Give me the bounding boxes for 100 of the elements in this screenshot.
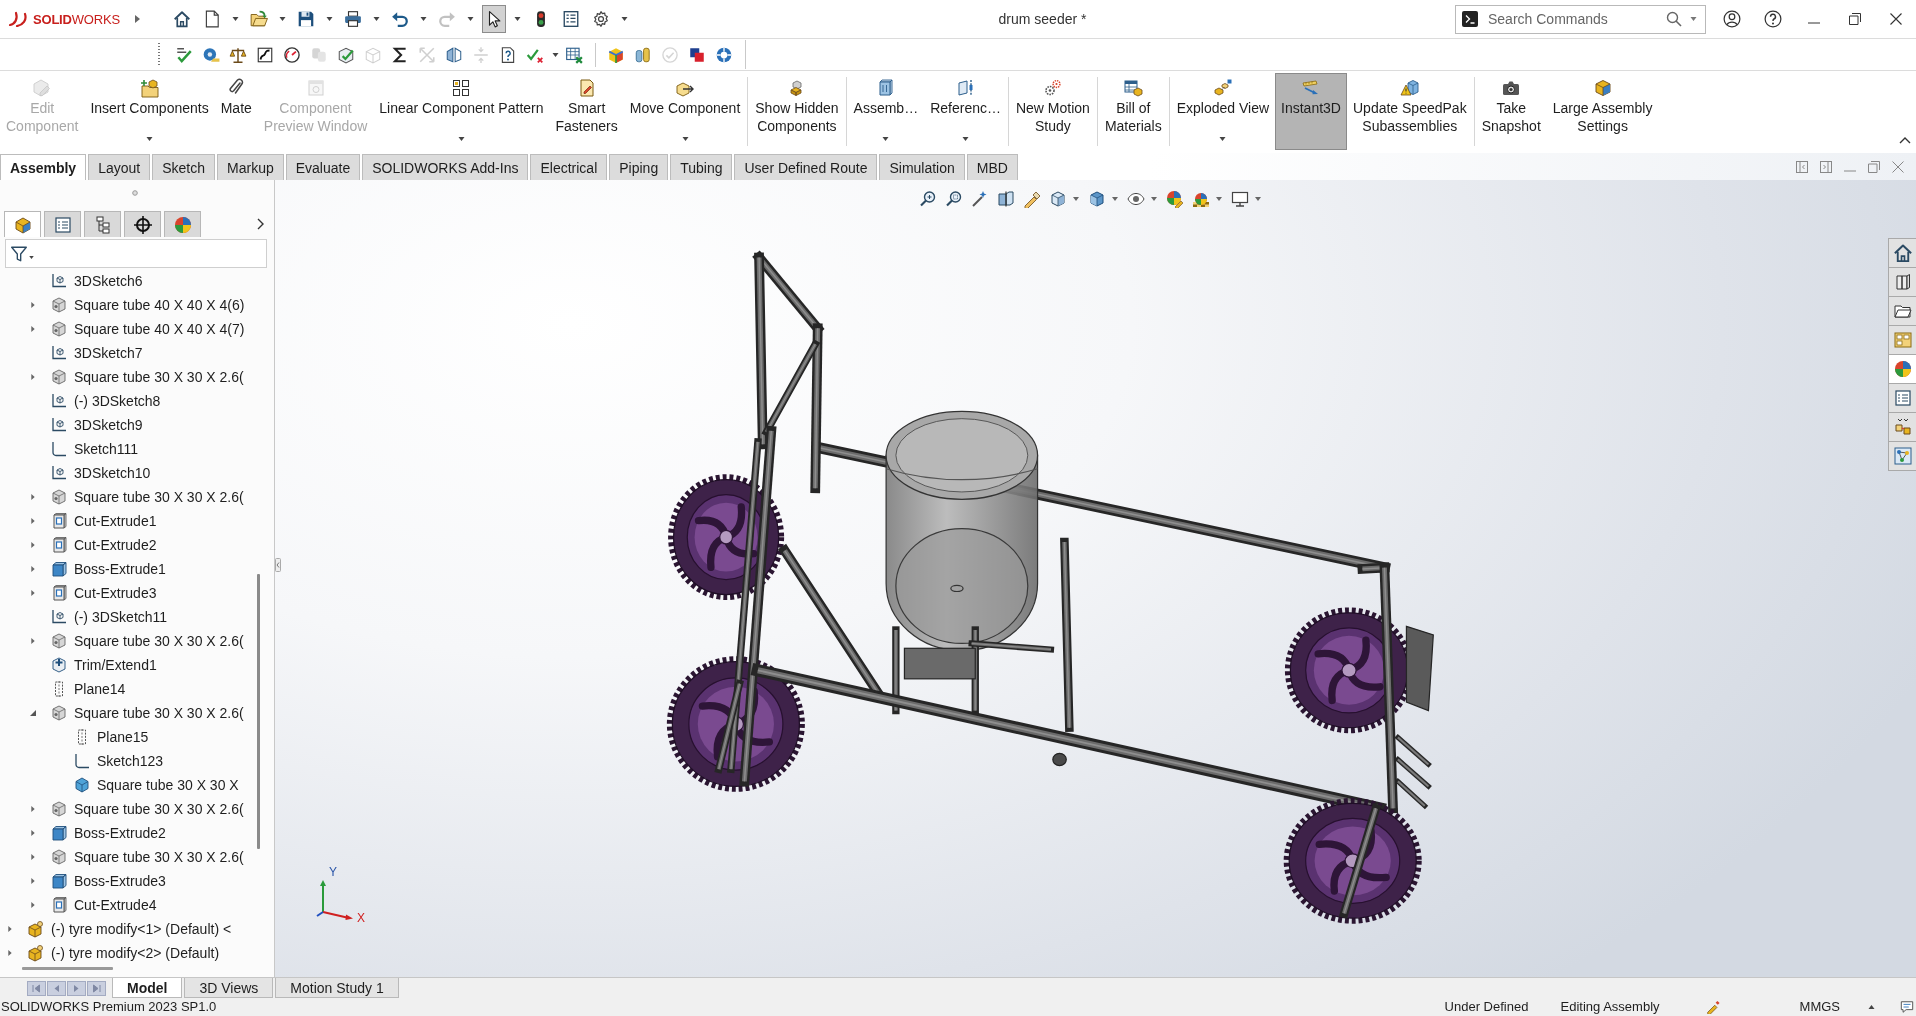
task-pane-tab[interactable] bbox=[1888, 441, 1916, 471]
caret-icon[interactable] bbox=[457, 137, 465, 141]
tree-item[interactable]: 3DSketch9 bbox=[74, 417, 143, 433]
tree-item[interactable]: Cut-Extrude1 bbox=[74, 513, 157, 529]
ribbon-button[interactable]: Instant3D bbox=[1275, 73, 1347, 150]
tree-item[interactable]: Cut-Extrude3 bbox=[74, 585, 157, 601]
command-tab[interactable]: User Defined Route bbox=[734, 154, 878, 180]
tree-item[interactable]: Plane14 bbox=[74, 681, 126, 697]
caret-icon[interactable] bbox=[962, 137, 970, 141]
ribbon-button[interactable]: Show Hidden Components bbox=[749, 73, 845, 150]
tree-item[interactable]: 3DSketch7 bbox=[74, 345, 143, 361]
command-tab[interactable]: Evaluate bbox=[285, 154, 361, 180]
expand-arrow-icon[interactable] bbox=[30, 518, 36, 524]
command-tab[interactable]: Electrical bbox=[530, 154, 608, 180]
caret-icon[interactable] bbox=[681, 137, 689, 141]
tree-item[interactable]: Trim/Extend1 bbox=[74, 657, 157, 673]
ribbon-button[interactable]: Bill of Materials bbox=[1098, 73, 1168, 150]
expand-arrow-icon[interactable] bbox=[30, 494, 36, 500]
caret-icon[interactable] bbox=[279, 17, 286, 21]
restore-icon[interactable] bbox=[1848, 13, 1861, 25]
tree-item[interactable]: Plane15 bbox=[97, 729, 149, 745]
tree-item[interactable]: Sketch111 bbox=[74, 441, 139, 457]
tree-item[interactable]: Square tube 30 X 30 X 2.6( bbox=[74, 369, 244, 385]
ribbon-button[interactable]: Insert Components bbox=[84, 73, 215, 150]
view-tab[interactable]: Model bbox=[112, 978, 183, 998]
command-tab[interactable]: MBD bbox=[966, 154, 1018, 180]
command-tab[interactable]: Tubing bbox=[670, 154, 733, 180]
caret-icon[interactable] bbox=[551, 52, 559, 57]
caret-icon[interactable] bbox=[514, 17, 521, 21]
account-icon[interactable] bbox=[1722, 10, 1741, 28]
view-tab[interactable]: 3D Views bbox=[184, 978, 274, 998]
task-pane-tab[interactable] bbox=[1888, 267, 1916, 297]
tree-item[interactable]: Sketch123 bbox=[97, 753, 164, 769]
ribbon-button[interactable]: Large Assembly Settings bbox=[1546, 73, 1659, 150]
tree-item[interactable]: (-) 3DSketch8 bbox=[74, 393, 161, 409]
close-icon[interactable] bbox=[1889, 13, 1902, 25]
expand-arrow-icon[interactable] bbox=[30, 374, 36, 380]
tree-item[interactable]: Boss-Extrude2 bbox=[74, 825, 166, 841]
search-field[interactable]: Search Commands bbox=[1455, 4, 1706, 34]
pencil-icon[interactable] bbox=[1705, 1000, 1720, 1014]
tree-item[interactable]: Square tube 30 X 30 X 2.6( bbox=[74, 633, 244, 649]
grip-handle-icon[interactable] bbox=[132, 190, 138, 196]
caret-icon[interactable] bbox=[621, 17, 628, 21]
tree-item[interactable]: (-) tyre modify<1> (Default) < bbox=[51, 921, 232, 937]
scroll-left-icon[interactable] bbox=[47, 980, 66, 996]
panel-right-icon[interactable] bbox=[1820, 161, 1832, 173]
command-tab[interactable]: Sketch bbox=[152, 154, 215, 180]
scroll-right-icon[interactable] bbox=[67, 980, 86, 996]
caret-icon[interactable] bbox=[420, 17, 427, 21]
scrollbar[interactable] bbox=[22, 967, 113, 970]
expand-arrow-icon[interactable] bbox=[7, 926, 13, 932]
tree-item[interactable]: Square tube 30 X 30 X 2.6( bbox=[74, 801, 244, 817]
ribbon-button[interactable]: Mate bbox=[214, 73, 258, 150]
ribbon-button[interactable]: Take Snapshot bbox=[1475, 73, 1547, 150]
expand-arrow-icon[interactable] bbox=[30, 806, 36, 812]
tree-item[interactable]: Boss-Extrude3 bbox=[74, 873, 166, 889]
caret-icon[interactable] bbox=[146, 137, 154, 141]
caret-icon[interactable] bbox=[1690, 17, 1697, 21]
tree-item[interactable]: (-) tyre modify<2> (Default) bbox=[51, 945, 220, 961]
tree-item[interactable]: Boss-Extrude1 bbox=[74, 561, 166, 577]
tree-item[interactable]: (-) 3DSketch11 bbox=[74, 609, 168, 625]
caret-icon[interactable] bbox=[232, 17, 239, 21]
tree-item[interactable]: 3DSketch6 bbox=[74, 273, 143, 289]
command-tab[interactable]: Layout bbox=[88, 154, 151, 180]
expand-arrow-icon[interactable] bbox=[30, 542, 36, 548]
search-icon[interactable] bbox=[1666, 11, 1682, 27]
menu-arrow-icon[interactable] bbox=[135, 15, 140, 23]
caret-icon[interactable] bbox=[1151, 197, 1157, 201]
search-input[interactable]: Search Commands bbox=[1488, 11, 1666, 27]
expand-arrow-icon[interactable] bbox=[30, 302, 36, 308]
ribbon-button[interactable]: Exploded View bbox=[1170, 73, 1276, 150]
speech-bubble-icon[interactable] bbox=[1900, 1000, 1914, 1014]
tree-item[interactable]: Square tube 30 X 30 X 2.6( bbox=[74, 849, 244, 865]
scrollbar[interactable] bbox=[257, 574, 260, 849]
task-pane-tab[interactable] bbox=[1888, 354, 1916, 384]
caret-icon[interactable] bbox=[1255, 197, 1261, 201]
expand-arrow-icon[interactable] bbox=[30, 590, 36, 596]
expand-arrow-icon[interactable] bbox=[30, 326, 36, 332]
tree-item[interactable]: Cut-Extrude2 bbox=[74, 537, 157, 553]
command-tab[interactable]: Simulation bbox=[879, 154, 965, 180]
tree-item[interactable]: Square tube 30 X 30 X 2.6( bbox=[74, 705, 244, 721]
expand-arrow-icon[interactable] bbox=[30, 830, 36, 836]
command-tab[interactable]: SOLIDWORKS Add-Ins bbox=[362, 154, 529, 180]
caret-icon[interactable] bbox=[1112, 197, 1118, 201]
splitter-handle-icon[interactable] bbox=[275, 558, 281, 572]
ribbon-button[interactable]: Linear Component Pattern bbox=[373, 73, 550, 150]
panel-left-icon[interactable] bbox=[1796, 161, 1808, 173]
tree-item[interactable]: Square tube 40 X 40 X 4(7) bbox=[74, 321, 245, 337]
chevron-right-icon[interactable] bbox=[257, 218, 264, 230]
ribbon-button[interactable]: Referenc… bbox=[924, 73, 1007, 150]
filter-field[interactable] bbox=[5, 239, 267, 268]
expand-arrow-icon[interactable] bbox=[30, 566, 36, 572]
command-tab[interactable]: Piping bbox=[609, 154, 669, 180]
ribbon-button[interactable]: Assemb… bbox=[847, 73, 925, 150]
ribbon-button[interactable]: Smart Fasteners bbox=[549, 73, 624, 150]
command-tab[interactable]: Markup bbox=[217, 154, 284, 180]
task-pane-tab[interactable] bbox=[1888, 383, 1916, 413]
tree-item[interactable]: Square tube 30 X 30 X bbox=[97, 777, 239, 793]
help-icon[interactable] bbox=[1763, 10, 1782, 28]
tree-item[interactable]: Cut-Extrude4 bbox=[74, 897, 157, 913]
